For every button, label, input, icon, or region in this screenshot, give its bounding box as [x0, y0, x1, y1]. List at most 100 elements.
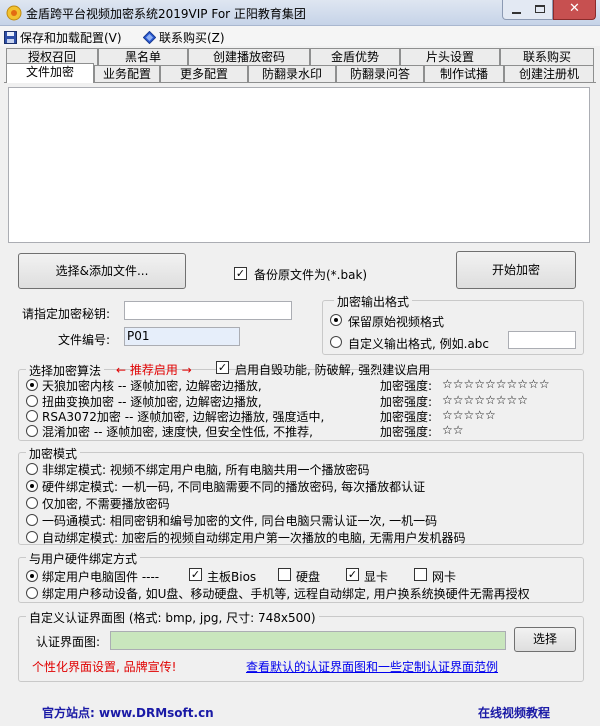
- self-destruct-checkbox[interactable]: ✓: [216, 361, 229, 374]
- radio-keep-original[interactable]: [330, 314, 342, 326]
- mode-label: 非绑定模式: 视频不绑定用户电脑, 所有电脑共用一个播放密码: [42, 463, 370, 477]
- log-area[interactable]: [8, 87, 590, 243]
- tab-label: 文件加密: [25, 65, 74, 79]
- window-title: 金盾跨平台视频加密系统2019VIP For 正阳教育集团: [26, 7, 306, 21]
- hardware-bind-title: 与用户硬件绑定方式: [26, 550, 141, 567]
- mode-label: 仅加密, 不需要播放密码: [42, 497, 170, 511]
- tab-label: 片头设置: [425, 50, 474, 64]
- file-no-label: 文件编号:: [58, 333, 111, 347]
- tab-create-play-password[interactable]: 创建播放密码: [188, 48, 310, 65]
- tab-advantages[interactable]: 金盾优势: [310, 48, 400, 65]
- mainboard-label: 主板Bios: [207, 570, 257, 584]
- menu-contact-buy[interactable]: 联系购买(Z): [143, 29, 225, 46]
- algo-strength-label: 加密强度:: [380, 379, 433, 393]
- app-icon: [6, 5, 22, 21]
- tab-more-config[interactable]: 更多配置: [160, 65, 248, 82]
- auth-image-select-button[interactable]: 选择: [514, 627, 576, 652]
- custom-format-label: 自定义输出格式, 例如.abc: [348, 337, 490, 351]
- gpu-label: 显卡: [364, 570, 389, 584]
- menu-save-load-config[interactable]: 保存和加载配置(V): [4, 29, 122, 46]
- menu-bar: 保存和加载配置(V) 联系购买(Z): [0, 26, 600, 46]
- tab-label: 防翻录问答: [349, 67, 410, 81]
- tab-anti-copy-watermark[interactable]: 防翻录水印: [248, 65, 336, 82]
- status-bar: 官方站点: www.DRMsoft.cn 在线视频教程: [0, 696, 600, 726]
- radio-bind-firmware[interactable]: [26, 570, 38, 582]
- close-button[interactable]: ✕: [553, 0, 596, 20]
- tab-label: 联系购买: [522, 50, 571, 64]
- tab-label: 创建播放密码: [212, 50, 285, 64]
- auth-image-label: 认证界面图:: [36, 635, 101, 649]
- mode-label: 硬件绑定模式: 一机一码, 不同电脑需要不同的播放密码, 每次播放都认证: [42, 480, 426, 494]
- tab-file-encrypt[interactable]: 文件加密: [6, 63, 94, 83]
- disk-checkbox[interactable]: [278, 568, 291, 581]
- title-bar: 金盾跨平台视频加密系统2019VIP For 正阳教育集团 ✕: [0, 0, 600, 26]
- tab-make-trial[interactable]: 制作试播: [424, 65, 504, 82]
- radio-mode-auto-bind[interactable]: [26, 531, 38, 543]
- radio-algo-tianlang[interactable]: [26, 379, 38, 391]
- secret-input[interactable]: [124, 301, 292, 320]
- diamond-icon: [143, 31, 156, 44]
- button-label: 选择&添加文件...: [55, 264, 149, 278]
- radio-bind-mobile[interactable]: [26, 587, 38, 599]
- minimize-icon: [512, 12, 521, 14]
- promo-text: 个性化界面设置, 品牌宣传!: [32, 660, 177, 674]
- radio-algo-rsa3072[interactable]: [26, 410, 38, 422]
- auth-samples-link[interactable]: 查看默认的认证界面图和一些定制认证界面范例: [246, 658, 498, 675]
- button-label: 选择: [532, 632, 557, 646]
- disk-label: 硬盘: [296, 570, 321, 584]
- algo-strength-stars: ☆☆☆☆☆: [442, 408, 496, 422]
- self-destruct-label: 启用自毁功能, 防破解, 强烈建议启用: [235, 363, 431, 377]
- algo-label: 天狼加密内核 -- 逐帧加密, 边解密边播放,: [42, 379, 262, 393]
- backup-checkbox[interactable]: ✓: [234, 267, 247, 280]
- tab-label: 金盾优势: [330, 50, 379, 64]
- radio-mode-encrypt-only[interactable]: [26, 497, 38, 509]
- tab-business-config[interactable]: 业务配置: [94, 65, 160, 82]
- close-icon: ✕: [569, 1, 580, 16]
- radio-mode-unbound[interactable]: [26, 463, 38, 475]
- backup-label: 备份原文件为(*.bak): [254, 268, 368, 282]
- radio-mode-hardware[interactable]: [26, 480, 38, 492]
- bind-mobile-label: 绑定用户移动设备, 如U盘、移动硬盘、手机等, 远程自动绑定, 用户换系统换硬件…: [42, 587, 530, 601]
- start-encrypt-button[interactable]: 开始加密: [456, 251, 576, 289]
- algo-strength-stars: ☆☆☆☆☆☆☆☆☆☆: [442, 377, 550, 391]
- select-add-files-button[interactable]: 选择&添加文件...: [18, 253, 186, 289]
- bind-firmware-label: 绑定用户电脑固件 ----: [42, 570, 160, 584]
- algo-strength-stars: ☆☆: [442, 423, 464, 437]
- tab-label: 创建注册机: [518, 67, 579, 81]
- tab-blacklist[interactable]: 黑名单: [98, 48, 188, 65]
- maximize-icon: [535, 5, 545, 13]
- tab-intro-settings[interactable]: 片头设置: [400, 48, 500, 65]
- custom-format-input[interactable]: [508, 331, 576, 349]
- auth-image-path[interactable]: [110, 631, 506, 650]
- keep-original-label: 保留原始视频格式: [348, 315, 445, 329]
- algo-strength-label: 加密强度:: [380, 425, 433, 439]
- button-label: 开始加密: [491, 263, 540, 277]
- output-format-title: 加密输出格式: [334, 293, 413, 310]
- radio-algo-obfuscate[interactable]: [26, 425, 38, 437]
- nic-label: 网卡: [432, 570, 457, 584]
- radio-custom-format[interactable]: [330, 336, 342, 348]
- secret-label: 请指定加密秘钥:: [22, 307, 111, 321]
- tab-anti-copy-qa[interactable]: 防翻录问答: [336, 65, 424, 82]
- official-site-link[interactable]: 官方站点: www.DRMsoft.cn: [42, 704, 214, 721]
- nic-checkbox[interactable]: [414, 568, 427, 581]
- maximize-button[interactable]: [528, 0, 553, 20]
- tab-label: 黑名单: [124, 50, 161, 64]
- radio-algo-twist[interactable]: [26, 395, 38, 407]
- tab-label: 防翻录水印: [261, 67, 322, 81]
- tab-contact-buy[interactable]: 联系购买: [500, 48, 594, 65]
- mode-label: 一码通模式: 相同密钥和编号加密的文件, 同台电脑只需认证一次, 一机一码: [42, 514, 438, 528]
- mode-label: 自动绑定模式: 加密后的视频自动绑定用户第一次播放的电脑, 无需用户发机器码: [42, 531, 466, 545]
- online-tutorial-link[interactable]: 在线视频教程: [478, 704, 550, 721]
- minimize-button[interactable]: [502, 0, 529, 20]
- tab-create-keygen[interactable]: 创建注册机: [504, 65, 594, 82]
- algo-strength-stars: ☆☆☆☆☆☆☆☆: [442, 393, 529, 407]
- tab-label: 授权召回: [27, 50, 76, 64]
- radio-mode-one-code[interactable]: [26, 514, 38, 526]
- gpu-checkbox[interactable]: ✓: [346, 568, 359, 581]
- mainboard-checkbox[interactable]: ✓: [189, 568, 202, 581]
- recommend-hint: ← 推荐启用 →: [116, 363, 192, 377]
- tab-label: 更多配置: [179, 67, 228, 81]
- encrypt-mode-title: 加密模式: [26, 445, 81, 462]
- file-no-input[interactable]: P01: [124, 327, 240, 346]
